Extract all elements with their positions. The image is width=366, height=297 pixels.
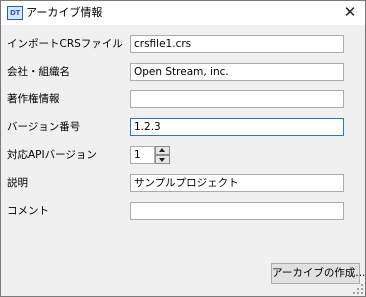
archive-info-dialog: DT アーカイブ情報 ✕ インポートCRSファイル crsfile1.crs 会… — [0, 0, 366, 297]
row-import-crs-file: インポートCRSファイル crsfile1.crs — [1, 35, 365, 53]
row-company-org: 会社・組織名 Open Stream, inc. — [1, 63, 365, 81]
close-button[interactable]: ✕ — [335, 1, 365, 25]
description-value: サンプルプロジェクト — [134, 177, 239, 189]
row-api-version: 対応APIバージョン 1 — [1, 146, 365, 164]
import-crs-file-input[interactable]: crsfile1.crs — [130, 35, 344, 53]
import-crs-file-label: インポートCRSファイル — [7, 38, 123, 50]
version-value: 1.2.3 — [134, 121, 161, 133]
company-org-input[interactable]: Open Stream, inc. — [130, 63, 344, 81]
company-org-label: 会社・組織名 — [7, 66, 70, 78]
close-icon: ✕ — [343, 3, 357, 21]
stepper-up-arrow-icon[interactable] — [155, 146, 170, 155]
company-org-value: Open Stream, inc. — [134, 66, 229, 78]
api-version-stepper — [155, 146, 170, 164]
description-input[interactable]: サンプルプロジェクト — [130, 174, 344, 192]
title-bar[interactable]: DT アーカイブ情報 ✕ — [1, 1, 365, 25]
description-label: 説明 — [7, 177, 28, 189]
stepper-down-arrow-icon[interactable] — [155, 155, 170, 164]
row-version: バージョン番号 1.2.3 — [1, 118, 365, 136]
comment-label: コメント — [7, 205, 49, 217]
version-label: バージョン番号 — [7, 121, 81, 133]
row-comment: コメント — [1, 202, 365, 220]
row-copyright: 著作権情報 — [1, 90, 365, 108]
copyright-input[interactable] — [130, 90, 344, 108]
import-crs-file-value: crsfile1.crs — [134, 38, 192, 50]
comment-input[interactable] — [130, 202, 344, 220]
app-icon: DT — [7, 6, 23, 20]
copyright-label: 著作権情報 — [7, 93, 60, 105]
api-version-value: 1 — [134, 149, 141, 161]
row-description: 説明 サンプルプロジェクト — [1, 174, 365, 192]
api-version-label: 対応APIバージョン — [7, 149, 97, 161]
api-version-input[interactable]: 1 — [130, 146, 155, 164]
window-title: アーカイブ情報 — [26, 6, 103, 19]
resize-grip-icon[interactable] — [353, 284, 363, 294]
version-input[interactable]: 1.2.3 — [130, 118, 344, 136]
create-archive-button[interactable]: アーカイブの作成... — [271, 263, 365, 284]
